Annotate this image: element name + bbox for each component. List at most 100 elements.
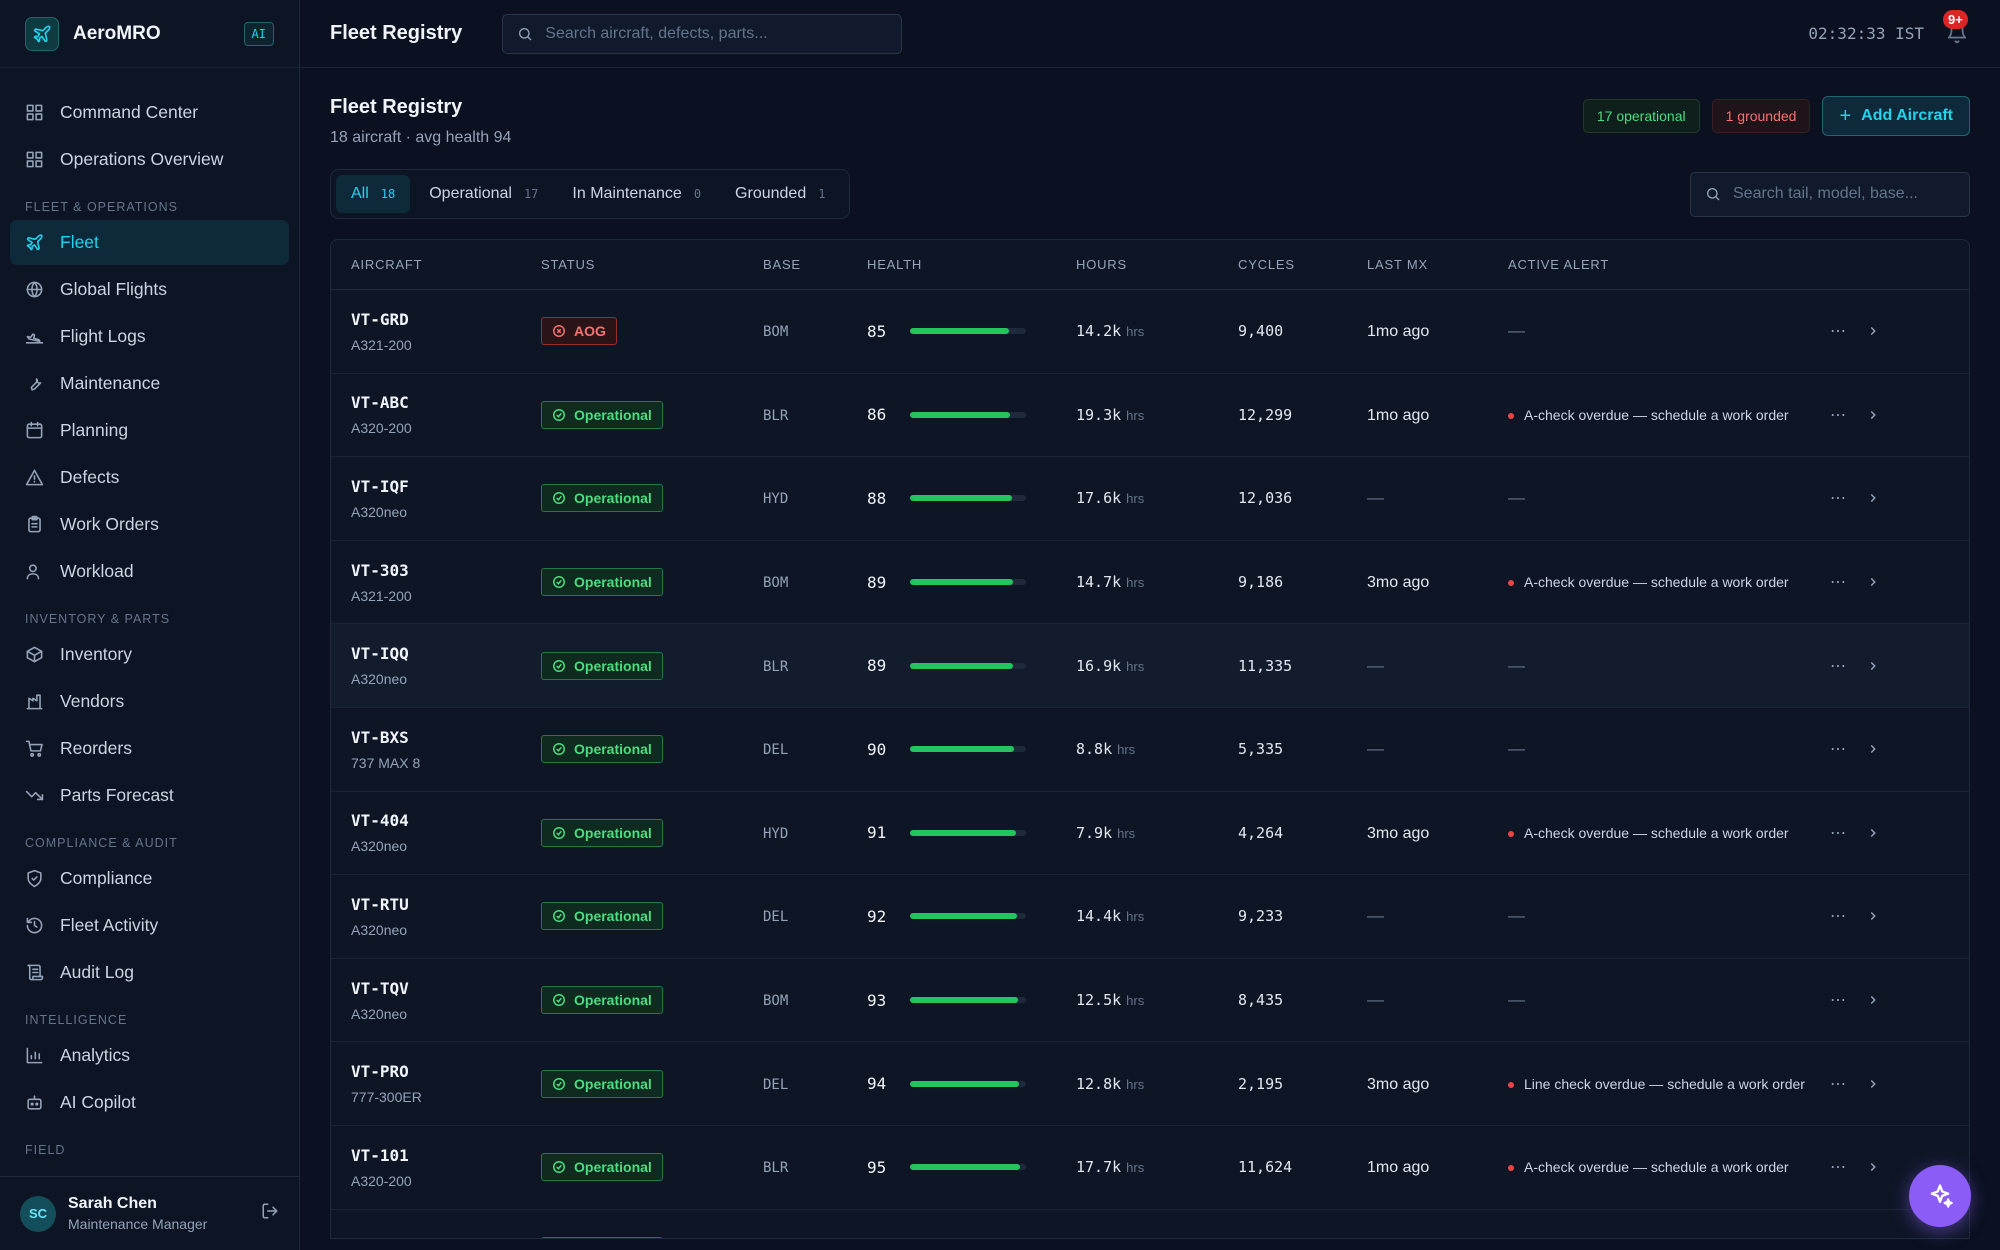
column-header-aircraft[interactable]: Aircraft: [331, 257, 541, 272]
chevron-right-icon[interactable]: [1866, 909, 1880, 923]
chevron-right-icon[interactable]: [1866, 491, 1880, 505]
sidebar-item-fleet-activity[interactable]: Fleet Activity: [10, 903, 289, 948]
search-icon: [1705, 186, 1721, 202]
more-options-icon[interactable]: ⋯: [1830, 906, 1846, 926]
table-row[interactable]: VT-ABC A320-200 Operational BLR 86 19.3k hrs 12…: [331, 374, 1969, 458]
tab-in-maintenance[interactable]: In Maintenance 0: [557, 175, 716, 213]
column-header-cycles[interactable]: Cycles: [1238, 257, 1367, 272]
chevron-right-icon[interactable]: [1866, 826, 1880, 840]
table-row[interactable]: VT-RTU A320neo Operational DEL 92 14.4k hrs 9,2…: [331, 875, 1969, 959]
column-header-hours[interactable]: Hours: [1076, 257, 1238, 272]
sidebar-item-parts-forecast[interactable]: Parts Forecast: [10, 773, 289, 818]
operational-count-pill[interactable]: 17 operational: [1582, 99, 1700, 133]
status-badge: Operational: [541, 1153, 663, 1182]
chevron-right-icon[interactable]: [1866, 659, 1880, 673]
sidebar-item-label: Defects: [60, 467, 120, 487]
table-row[interactable]: VT-NEWOperational98—Line check overdue —…: [331, 1210, 1969, 1238]
chevron-right-icon[interactable]: [1866, 575, 1880, 589]
health-score: 88: [867, 488, 887, 508]
sidebar-item-workload[interactable]: Workload: [10, 549, 289, 594]
more-options-icon[interactable]: ⋯: [1830, 990, 1846, 1010]
tab-count: 0: [693, 187, 702, 201]
active-alert[interactable]: A-check overdue — schedule a work order: [1508, 572, 1820, 592]
table-row[interactable]: VT-IQF A320neo Operational HYD 88 17.6k hrs 12,…: [331, 457, 1969, 541]
table-search-input[interactable]: Search tail, model, base...: [1690, 171, 1970, 217]
ai-copilot-fab[interactable]: [1909, 1165, 1971, 1227]
table-row[interactable]: VT-TQV A320neo Operational BOM 93 12.5k hrs 8,4…: [331, 959, 1969, 1043]
sidebar-item-operations-overview[interactable]: Operations Overview: [10, 137, 289, 182]
sidebar-item-command-center[interactable]: Command Center: [10, 90, 289, 135]
health-score: 91: [867, 823, 887, 843]
column-header-last-mx[interactable]: Last MX: [1367, 257, 1508, 272]
add-aircraft-button[interactable]: + Add Aircraft: [1822, 96, 1970, 136]
more-options-icon[interactable]: ⋯: [1830, 739, 1846, 759]
active-alert[interactable]: A-check overdue — schedule a work order: [1508, 405, 1820, 425]
chevron-right-icon[interactable]: [1866, 408, 1880, 422]
cycles-value: 12,299: [1238, 405, 1293, 424]
sidebar-item-reorders[interactable]: Reorders: [10, 726, 289, 771]
health-score: 86: [867, 405, 887, 425]
status-badge: Operational: [541, 902, 663, 931]
sidebar-item-fleet[interactable]: Fleet: [10, 220, 289, 265]
chevron-right-icon[interactable]: [1866, 1077, 1880, 1091]
more-options-icon[interactable]: ⋯: [1830, 488, 1846, 508]
column-header-health[interactable]: Health: [867, 257, 1076, 272]
sidebar-item-maintenance[interactable]: Maintenance: [10, 361, 289, 406]
aircraft-model: A320neo: [351, 921, 408, 938]
sidebar-item-defects[interactable]: Defects: [10, 455, 289, 500]
table-row[interactable]: VT-GRD A321-200 AOG BOM 85 14.2k hrs 9,400 1mo a…: [331, 290, 1969, 374]
active-alert[interactable]: A-check overdue — schedule a work order: [1508, 1157, 1820, 1177]
more-options-icon[interactable]: ⋯: [1830, 405, 1846, 425]
calendar-icon: [26, 421, 43, 439]
aircraft-model: A320neo: [351, 503, 408, 520]
sidebar-item-inventory[interactable]: Inventory: [10, 632, 289, 677]
grounded-count-pill[interactable]: 1 grounded: [1711, 99, 1811, 133]
sidebar-item-vendors[interactable]: Vendors: [10, 679, 289, 724]
plane-logo-icon[interactable]: [25, 16, 59, 51]
table-row[interactable]: VT-IQQ A320neo Operational BLR 89 16.9k hrs 11,…: [331, 624, 1969, 708]
more-options-icon[interactable]: ⋯: [1830, 1157, 1846, 1177]
ai-badge[interactable]: AI: [243, 21, 274, 46]
more-options-icon[interactable]: ⋯: [1830, 321, 1846, 341]
sidebar-item-planning[interactable]: Planning: [10, 408, 289, 453]
active-alert[interactable]: A-check overdue — schedule a work order: [1508, 823, 1820, 843]
table-row[interactable]: VT-BXS 737 MAX 8 Operational DEL 90 8.8k hrs 5,…: [331, 708, 1969, 792]
logout-icon[interactable]: [261, 1202, 279, 1225]
sidebar-item-label: Compliance: [60, 868, 153, 888]
table-row[interactable]: VT-PRO 777-300ER Operational DEL 94 12.8k hrs 2…: [331, 1042, 1969, 1126]
sidebar-item-ai-copilot[interactable]: AI Copilot: [10, 1080, 289, 1125]
base-code: HYD: [763, 825, 789, 842]
base-code: BLR: [763, 658, 789, 675]
tab-grounded[interactable]: Grounded 1: [720, 175, 840, 213]
base-code: DEL: [763, 909, 789, 926]
global-search-input[interactable]: Search aircraft, defects, parts...: [502, 13, 903, 54]
more-options-icon[interactable]: ⋯: [1830, 1074, 1846, 1094]
tab-operational[interactable]: Operational 17: [414, 175, 553, 213]
table-row[interactable]: VT-101 A320-200 Operational BLR 95 17.7k hrs 11…: [331, 1126, 1969, 1210]
tab-all[interactable]: All 18: [336, 175, 411, 213]
table-row[interactable]: VT-303 A321-200 Operational BOM 89 14.7k hrs 9,…: [331, 541, 1969, 625]
avatar[interactable]: SC: [20, 1195, 56, 1232]
tab-label: Grounded: [735, 185, 807, 202]
more-options-icon[interactable]: ⋯: [1830, 656, 1846, 676]
sidebar-item-analytics[interactable]: Analytics: [10, 1033, 289, 1078]
sidebar-item-flight-logs[interactable]: Flight Logs: [10, 314, 289, 359]
active-alert[interactable]: Line check overdue — schedule a work ord…: [1508, 1074, 1820, 1094]
hours-unit: hrs: [1126, 324, 1145, 340]
table-row[interactable]: VT-404 A320neo Operational HYD 91 7.9k hrs 4,26…: [331, 792, 1969, 876]
more-options-icon[interactable]: ⋯: [1830, 823, 1846, 843]
column-header-status[interactable]: Status: [541, 257, 763, 272]
base-code: DEL: [763, 1076, 789, 1093]
chevron-right-icon[interactable]: [1866, 993, 1880, 1007]
sidebar-item-work-orders[interactable]: Work Orders: [10, 502, 289, 547]
sidebar-item-global-flights[interactable]: Global Flights: [10, 267, 289, 312]
column-header-active-alert[interactable]: Active Alert: [1508, 257, 1820, 272]
chevron-right-icon[interactable]: [1866, 324, 1880, 338]
notifications-button[interactable]: 9+: [1943, 9, 1970, 46]
sidebar-item-compliance[interactable]: Compliance: [10, 856, 289, 901]
chevron-right-icon[interactable]: [1866, 742, 1880, 756]
column-header-base[interactable]: Base: [763, 257, 867, 272]
chevron-right-icon[interactable]: [1866, 1160, 1880, 1174]
sidebar-item-audit-log[interactable]: Audit Log: [10, 950, 289, 995]
more-options-icon[interactable]: ⋯: [1830, 572, 1846, 592]
